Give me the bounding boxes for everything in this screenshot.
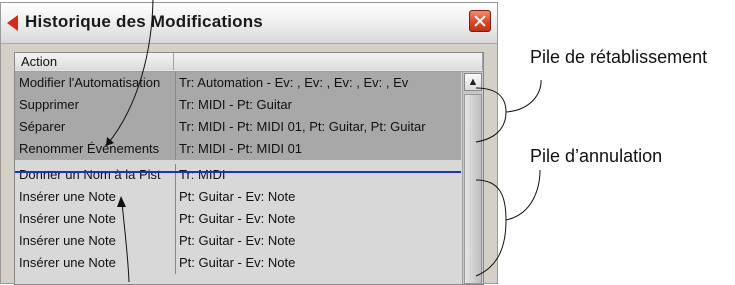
undo-stack-bracket <box>475 169 541 277</box>
callout-arrowhead-bottom <box>117 196 126 207</box>
redo-stack-bracket <box>475 79 542 143</box>
undo-stack-label: Pile d’annulation <box>530 146 663 166</box>
redo-stack-label: Pile de rétablissement <box>530 47 708 67</box>
callout-arrowhead-top <box>106 137 114 146</box>
callout-arrow-bottom <box>121 201 130 282</box>
callout-arrow-top <box>105 0 154 147</box>
annotation-callouts <box>105 0 542 282</box>
